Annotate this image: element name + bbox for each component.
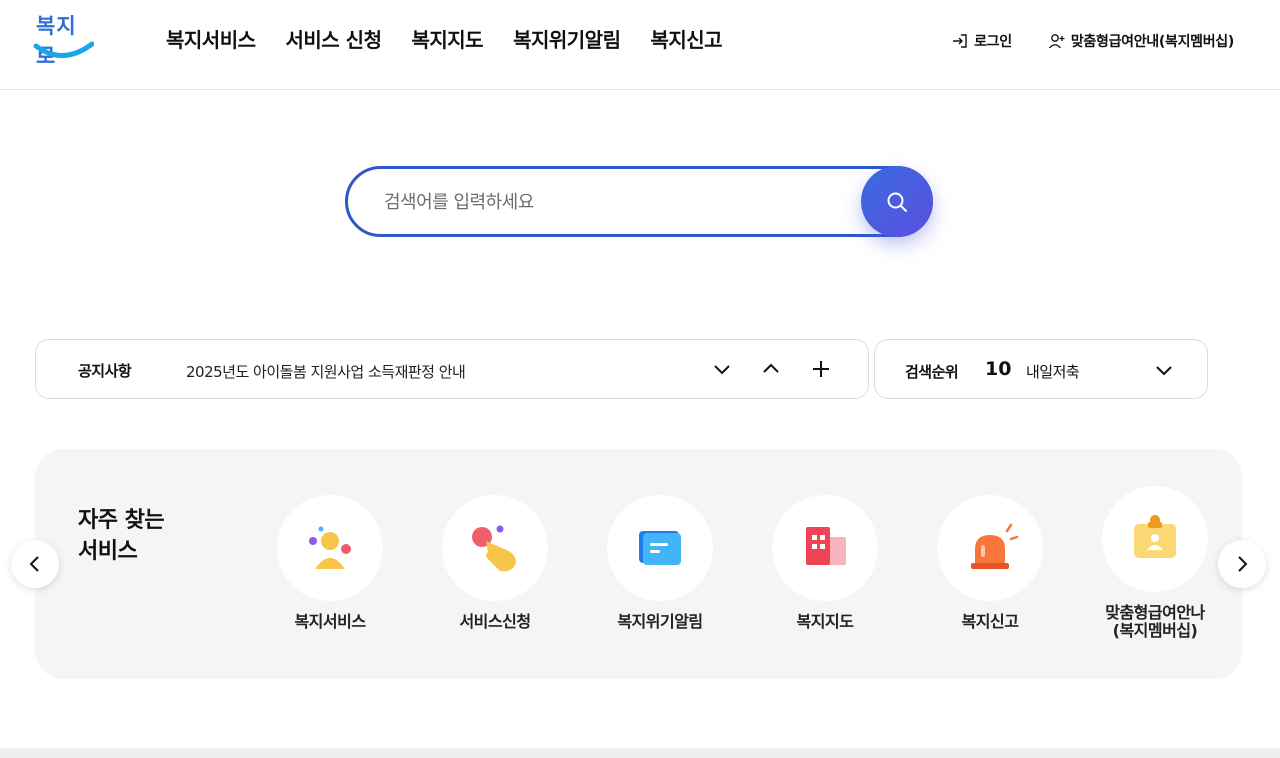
membership-label: 맞춤형급여안내(복지멤버십) [1070,34,1234,50]
footer-divider [0,748,1280,758]
rank-number: 10 [985,358,1012,380]
search-rank-bar: 검색순위 10 내일저축 [874,339,1208,399]
plus-icon [813,361,829,377]
service-label: 맞춤형급여안나 (복지멤버십) [1085,604,1225,640]
add-user-icon [1048,34,1065,49]
membership-link[interactable]: 맞춤형급여안내(복지멤버십) [1048,31,1234,51]
service-label: 복지신고 [961,612,1019,631]
service-item-welfare[interactable]: 복지서비스 [260,495,400,631]
login-icon [953,34,967,48]
rank-expand-button[interactable] [1149,355,1179,385]
main-nav: 복지서비스 서비스 신청 복지지도 복지위기알림 복지신고 [166,24,723,53]
service-label-line-1: 맞춤형급여안나 [1105,603,1205,622]
id-badge-icon [1134,515,1176,558]
hand-tap-icon [472,525,516,572]
service-label: 서비스신청 [459,612,531,631]
notice-label: 공지사항 [78,362,132,380]
search-box [345,166,933,237]
rank-keyword-link[interactable]: 내일저축 [1026,361,1080,382]
siren-icon [971,523,1019,569]
notice-next-button[interactable] [707,354,737,384]
search-icon [887,192,907,212]
service-icon-circle [772,495,878,601]
notice-bar: 공지사항 2025년도 아이돌봄 지원사업 소득재판정 안내 [35,339,869,399]
chevron-right-icon [1238,556,1248,572]
utility-menu: 로그인 맞춤형급여안내(복지멤버십) [951,31,1234,51]
site-header: 복지로 복지서비스 서비스 신청 복지지도 복지위기알림 복지신고 로그인 맞춤… [0,0,1280,90]
title-line-2: 서비스 [78,539,138,564]
service-icon-circle [937,495,1043,601]
frequent-services-title: 자주 찾는 서비스 [78,505,165,567]
carousel-next-button[interactable] [1218,540,1266,588]
nav-welfare-map[interactable]: 복지지도 [411,24,483,53]
service-label: 복지지도 [796,612,854,631]
chevron-down-icon [714,365,730,375]
service-label: 복지서비스 [294,612,366,631]
notice-more-button[interactable] [806,354,836,384]
site-logo[interactable]: 복지로 [32,10,96,68]
carousel-prev-button[interactable] [11,540,59,588]
frequent-services-panel: 자주 찾는 서비스 복지서비스 서비스신청 복지위기알림 복지지도 복지신고 맞… [35,449,1242,679]
search-button[interactable] [861,166,933,237]
nav-service-apply[interactable]: 서비스 신청 [286,24,382,53]
notice-prev-button[interactable] [756,354,786,384]
login-link[interactable]: 로그인 [951,31,1012,51]
title-line-1: 자주 찾는 [78,508,165,533]
message-icon [639,531,681,565]
service-icon-circle [277,495,383,601]
service-icon-circle [442,495,548,601]
nav-crisis-alert[interactable]: 복지위기알림 [513,24,621,53]
login-label: 로그인 [974,34,1012,50]
logo-smile-icon [33,41,94,58]
chevron-left-icon [29,556,39,572]
people-icon [309,526,351,569]
building-icon [806,527,846,565]
nav-welfare-report[interactable]: 복지신고 [650,24,722,53]
rank-label: 검색순위 [905,363,959,381]
search-input[interactable] [384,187,844,217]
chevron-up-icon [763,363,779,373]
service-item-welfare-map[interactable]: 복지지도 [755,495,895,631]
service-label: 복지위기알림 [617,612,703,631]
service-icon-circle [607,495,713,601]
service-icon-circle [1102,486,1208,592]
nav-welfare-service[interactable]: 복지서비스 [166,24,256,53]
notice-text-link[interactable]: 2025년도 아이돌봄 지원사업 소득재판정 안내 [186,361,466,382]
service-item-report[interactable]: 복지신고 [920,495,1060,631]
service-item-crisis-alert[interactable]: 복지위기알림 [590,495,730,631]
service-label-line-2: (복지멤버십) [1112,621,1198,640]
chevron-down-icon [1156,366,1172,376]
service-item-apply[interactable]: 서비스신청 [425,495,565,631]
service-item-membership[interactable]: 맞춤형급여안나 (복지멤버십) [1085,486,1225,640]
